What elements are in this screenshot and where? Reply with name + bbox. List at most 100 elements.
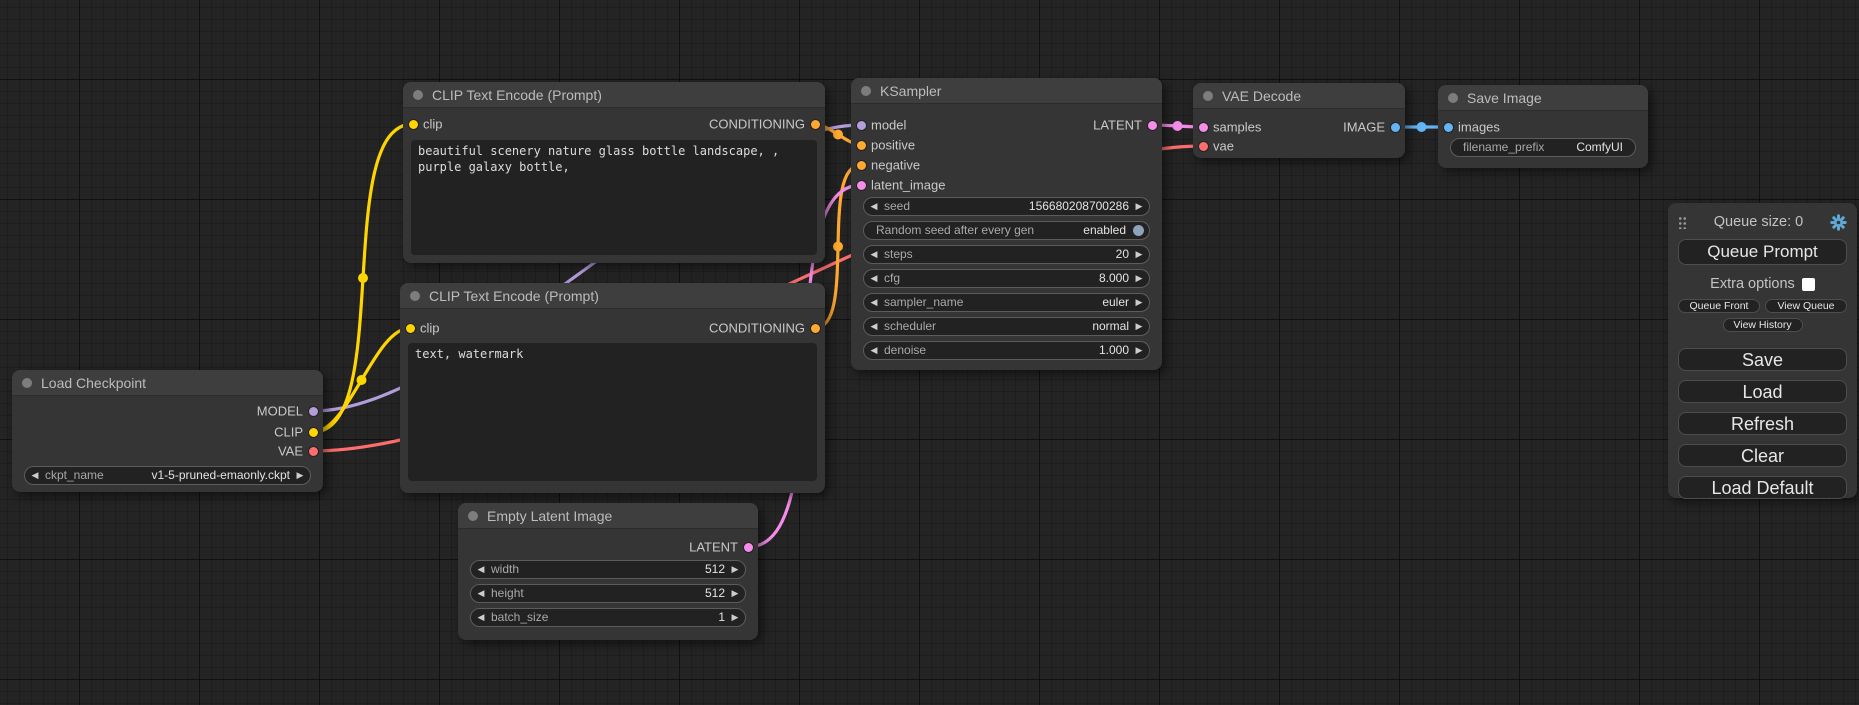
widget-value: 20 xyxy=(1116,247,1129,261)
wire-midpoint-dot xyxy=(833,130,843,140)
node-clip-bottom[interactable]: CLIP Text Encode (Prompt) clip CONDITIONIN… xyxy=(400,283,825,493)
widget-label: denoise xyxy=(884,343,926,357)
input-port-label: clip xyxy=(420,321,440,336)
decrement-arrow-icon[interactable]: ◀ xyxy=(864,294,884,311)
decrement-arrow-icon[interactable]: ◀ xyxy=(471,585,491,602)
increment-arrow-icon[interactable]: ▶ xyxy=(725,609,745,626)
ksampler-input-model-port[interactable] xyxy=(857,121,866,130)
clip-top-input-clip-port[interactable] xyxy=(409,120,418,129)
clip-bottom-prompt-textarea[interactable]: text, watermark xyxy=(408,343,817,481)
ksampler-widget-Random seed after every gen[interactable]: Random seed after every genenabled xyxy=(863,221,1150,240)
load-default-button[interactable]: Load Default xyxy=(1678,476,1847,499)
node-ksampler[interactable]: KSamplermodelpositivenegativelatent_imag… xyxy=(851,78,1162,370)
queue-front-button[interactable]: Queue Front xyxy=(1678,299,1760,313)
ksampler-widget-denoise[interactable]: ◀denoise1.000▶ xyxy=(863,341,1150,360)
output-port-label: CONDITIONING xyxy=(709,321,805,336)
view-history-button[interactable]: View History xyxy=(1723,318,1803,332)
ksampler-widget-seed[interactable]: ◀seed156680208700286▶ xyxy=(863,197,1150,216)
drag-handle-icon[interactable] xyxy=(1678,216,1687,229)
collapse-dot[interactable] xyxy=(1203,91,1213,101)
vae-decode-output-IMAGE-port[interactable] xyxy=(1391,123,1400,132)
clip-bottom-header[interactable]: CLIP Text Encode (Prompt) xyxy=(400,283,825,309)
increment-arrow-icon[interactable]: ▶ xyxy=(725,585,745,602)
collapse-dot[interactable] xyxy=(1448,93,1458,103)
queue-size-label: Queue size: 0 xyxy=(1687,214,1830,230)
node-title: CLIP Text Encode (Prompt) xyxy=(432,87,602,103)
empty-latent-widget-height[interactable]: ◀height512▶ xyxy=(470,584,746,603)
load-checkpoint-widget-ckpt_name[interactable]: ◀ckpt_namev1-5-pruned-emaonly.ckpt▶ xyxy=(24,466,311,485)
increment-arrow-icon[interactable]: ▶ xyxy=(1129,342,1149,359)
input-port-label: images xyxy=(1458,120,1500,135)
extra-options-checkbox[interactable] xyxy=(1802,278,1815,291)
node-graph-canvas[interactable]: Queue size: 0 xyxy=(0,0,1859,705)
empty-latent-header[interactable]: Empty Latent Image xyxy=(458,503,758,529)
decrement-arrow-icon[interactable]: ◀ xyxy=(864,318,884,335)
increment-arrow-icon[interactable]: ▶ xyxy=(290,467,310,484)
collapse-dot[interactable] xyxy=(861,86,871,96)
refresh-button[interactable]: Refresh xyxy=(1678,412,1847,435)
ksampler-input-latent_image-port[interactable] xyxy=(857,181,866,190)
ksampler-header[interactable]: KSampler xyxy=(851,78,1162,104)
collapse-dot[interactable] xyxy=(468,511,478,521)
clip-top-header[interactable]: CLIP Text Encode (Prompt) xyxy=(403,82,825,108)
vae-decode-header[interactable]: VAE Decode xyxy=(1193,83,1405,109)
queue-prompt-button[interactable]: Queue Prompt xyxy=(1678,239,1847,265)
clip-bottom-input-clip-port[interactable] xyxy=(406,324,415,333)
decrement-arrow-icon[interactable]: ◀ xyxy=(864,198,884,215)
clip-top-output-CONDITIONING-port[interactable] xyxy=(811,120,820,129)
decrement-arrow-icon[interactable]: ◀ xyxy=(864,246,884,263)
decrement-arrow-icon[interactable]: ◀ xyxy=(864,342,884,359)
increment-arrow-icon[interactable]: ▶ xyxy=(1129,270,1149,287)
output-port-label: CONDITIONING xyxy=(709,117,805,132)
node-clip-top[interactable]: CLIP Text Encode (Prompt)clipCONDITIONIN… xyxy=(403,82,825,263)
empty-latent-widget-batch_size[interactable]: ◀batch_size1▶ xyxy=(470,608,746,627)
save-image-input-images-port[interactable] xyxy=(1444,123,1453,132)
widget-value: 512 xyxy=(705,562,725,576)
ksampler-input-negative-port[interactable] xyxy=(857,161,866,170)
node-vae-decode[interactable]: VAE DecodesamplesvaeIMAGE xyxy=(1193,83,1405,158)
decrement-arrow-icon[interactable]: ◀ xyxy=(864,270,884,287)
increment-arrow-icon[interactable]: ▶ xyxy=(1129,246,1149,263)
clip-bottom-output-CONDITIONING-port[interactable] xyxy=(811,324,820,333)
widget-value: euler xyxy=(1102,295,1129,309)
ksampler-widget-cfg[interactable]: ◀cfg8.000▶ xyxy=(863,269,1150,288)
save-image-header[interactable]: Save Image xyxy=(1438,85,1648,111)
increment-arrow-icon[interactable]: ▶ xyxy=(1129,318,1149,335)
clip-top-prompt-textarea[interactable]: beautiful scenery nature glass bottle la… xyxy=(411,140,817,255)
load-checkpoint-header[interactable]: Load Checkpoint xyxy=(12,370,323,396)
vae-decode-input-samples-port[interactable] xyxy=(1199,123,1208,132)
collapse-dot[interactable] xyxy=(410,291,420,301)
vae-decode-input-vae-port[interactable] xyxy=(1199,142,1208,151)
save-button[interactable]: Save xyxy=(1678,348,1847,371)
ksampler-widget-sampler_name[interactable]: ◀sampler_nameeuler▶ xyxy=(863,293,1150,312)
node-save-image[interactable]: Save Image images filename_prefixComfyUI xyxy=(1438,85,1648,168)
decrement-arrow-icon[interactable]: ◀ xyxy=(471,561,491,578)
decrement-arrow-icon[interactable]: ◀ xyxy=(471,609,491,626)
node-empty-latent[interactable]: Empty Latent ImageLATENT◀width512▶◀heigh… xyxy=(458,503,758,640)
empty-latent-output-LATENT-port[interactable] xyxy=(744,543,753,552)
ksampler-input-positive-port[interactable] xyxy=(857,141,866,150)
ksampler-widget-steps[interactable]: ◀steps20▶ xyxy=(863,245,1150,264)
ksampler-output-LATENT-port[interactable] xyxy=(1148,121,1157,130)
collapse-dot[interactable] xyxy=(413,90,423,100)
ksampler-widget-scheduler[interactable]: ◀schedulernormal▶ xyxy=(863,317,1150,336)
widget-value: 1 xyxy=(718,610,725,624)
view-queue-button[interactable]: View Queue xyxy=(1765,299,1847,313)
empty-latent-widget-width[interactable]: ◀width512▶ xyxy=(470,560,746,579)
increment-arrow-icon[interactable]: ▶ xyxy=(1129,294,1149,311)
toggle-indicator[interactable] xyxy=(1133,225,1144,236)
save-image-widget-filename_prefix[interactable]: filename_prefixComfyUI xyxy=(1450,138,1636,157)
increment-arrow-icon[interactable]: ▶ xyxy=(1129,198,1149,215)
clear-button[interactable]: Clear xyxy=(1678,444,1847,467)
decrement-arrow-icon[interactable]: ◀ xyxy=(25,467,45,484)
node-load-checkpoint[interactable]: Load CheckpointMODELCLIPVAE◀ckpt_namev1-… xyxy=(12,370,323,492)
load-checkpoint-output-CLIP-port[interactable] xyxy=(309,428,318,437)
collapse-dot[interactable] xyxy=(22,378,32,388)
queue-small-buttons-row: Queue Front View Queue xyxy=(1678,299,1847,313)
wire-midpoint-dot xyxy=(357,375,367,385)
load-checkpoint-output-VAE-port[interactable] xyxy=(309,447,318,456)
load-checkpoint-output-MODEL-port[interactable] xyxy=(309,407,318,416)
increment-arrow-icon[interactable]: ▶ xyxy=(725,561,745,578)
settings-gear-icon[interactable] xyxy=(1830,214,1847,231)
load-button[interactable]: Load xyxy=(1678,380,1847,403)
